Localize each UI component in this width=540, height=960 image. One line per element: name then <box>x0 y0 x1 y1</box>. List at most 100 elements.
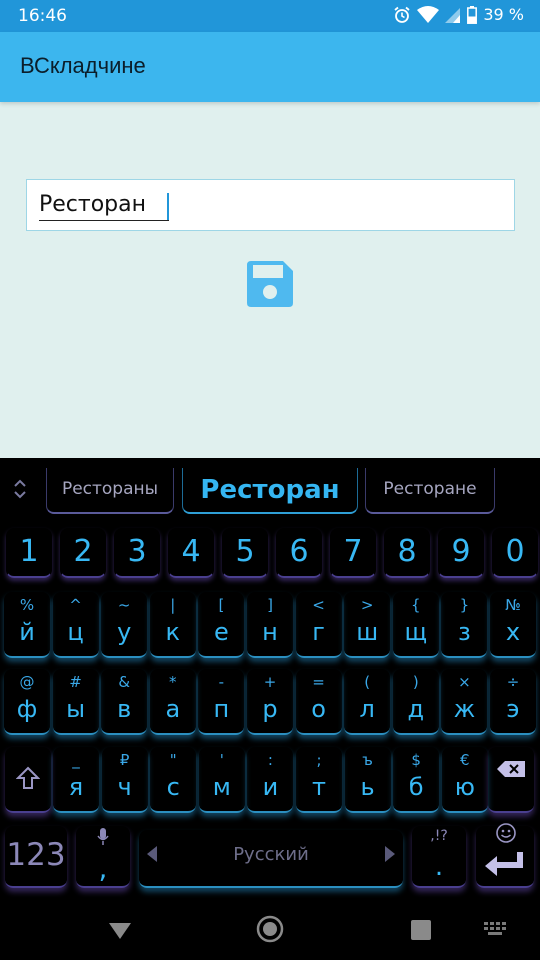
key-alt-label: & <box>118 673 131 691</box>
letter-key[interactable]: ₽ ч <box>101 747 148 813</box>
key-label: ь <box>360 773 375 801</box>
save-icon <box>247 261 293 307</box>
key-alt-label: % <box>19 596 35 614</box>
period-key[interactable]: ,!? . <box>412 826 466 888</box>
letter-key[interactable]: ÷ э <box>490 669 536 735</box>
number-key[interactable]: 7 <box>330 528 376 578</box>
letter-key[interactable]: & в <box>101 669 148 735</box>
key-label: я <box>68 773 84 801</box>
letter-key[interactable]: @ ф <box>4 669 50 735</box>
key-label: 4 <box>181 534 201 569</box>
suggestion-right[interactable]: Ресторане <box>365 468 495 514</box>
key-alt-label: ' <box>219 751 224 769</box>
letter-key[interactable]: # ы <box>52 669 99 735</box>
letter-key[interactable]: } з <box>441 592 488 658</box>
suggestion-center[interactable]: Ресторан <box>182 468 358 514</box>
key-label: р <box>262 695 278 723</box>
letter-key[interactable]: ' м <box>198 747 245 813</box>
composing-underline <box>39 220 169 221</box>
number-key[interactable]: 6 <box>276 528 322 578</box>
text-cursor <box>167 193 169 220</box>
key-label: й <box>19 618 35 646</box>
key-label: 5 <box>235 534 255 569</box>
letter-key[interactable]: ^ ц <box>52 592 99 658</box>
comma-key[interactable]: , <box>76 826 130 888</box>
letter-key[interactable]: = о <box>295 669 342 735</box>
mode-switch-key[interactable]: 123 <box>5 826 67 888</box>
recents-icon[interactable] <box>410 919 432 945</box>
letter-key[interactable]: № х <box>490 592 536 658</box>
key-alt-label: # <box>69 673 82 691</box>
key-label: ш <box>356 618 379 646</box>
letter-key[interactable]: × ж <box>441 669 488 735</box>
key-label: п <box>213 695 230 723</box>
backspace-icon <box>497 761 525 777</box>
number-key[interactable]: 4 <box>168 528 214 578</box>
enter-key[interactable] <box>476 823 534 888</box>
save-button[interactable] <box>245 259 295 309</box>
key-label: о <box>311 695 326 723</box>
letter-key[interactable]: $ б <box>393 747 440 813</box>
number-key[interactable]: 0 <box>492 528 538 578</box>
shift-key[interactable] <box>5 747 51 813</box>
letter-key[interactable]: ) д <box>392 669 439 735</box>
letter-key[interactable]: [е <box>198 592 245 658</box>
key-label: э <box>506 695 520 723</box>
letter-key[interactable]: -п <box>198 669 245 735</box>
navigation-bar <box>0 900 540 960</box>
key-alt-label: } <box>459 596 470 614</box>
alarm-icon <box>393 6 411 24</box>
letter-key[interactable]: ъь <box>344 747 391 813</box>
key-alt-label: * <box>169 673 177 691</box>
space-key[interactable]: Русский <box>139 830 403 888</box>
number-key[interactable]: 9 <box>438 528 484 578</box>
number-key[interactable]: 1 <box>6 528 52 578</box>
name-input[interactable]: Ресторан <box>26 179 515 231</box>
key-alt-label: [ <box>218 596 225 614</box>
app-bar: ВСкладчине <box>0 32 540 102</box>
key-label: м <box>212 773 231 801</box>
key-alt-label: ъ <box>362 751 373 769</box>
key-alt-label: _ <box>72 751 80 769</box>
expand-suggestions-icon[interactable] <box>12 478 32 500</box>
number-key[interactable]: 8 <box>384 528 430 578</box>
letter-key[interactable]: € ю <box>441 747 488 813</box>
suggestion-left[interactable]: Рестораны <box>46 468 174 514</box>
letter-key[interactable]: + р <box>247 669 293 735</box>
key-alt-label: ; <box>316 751 322 769</box>
key-alt-label: € <box>460 751 470 769</box>
home-icon[interactable] <box>255 914 285 948</box>
key-alt-label: + <box>263 673 277 691</box>
number-key[interactable]: 2 <box>60 528 106 578</box>
letter-key[interactable]: {щ <box>392 592 439 658</box>
backspace-key[interactable] <box>488 747 534 813</box>
number-key[interactable]: 5 <box>222 528 268 578</box>
letter-key[interactable]: % й <box>4 592 50 658</box>
letter-key[interactable]: < г <box>295 592 342 658</box>
back-icon[interactable] <box>108 921 132 945</box>
letter-key[interactable]: (л <box>344 669 391 735</box>
letter-key[interactable]: " с <box>150 747 197 813</box>
key-label: с <box>166 773 180 801</box>
letter-key[interactable]: _ я <box>53 747 99 813</box>
keyboard-switch-icon[interactable] <box>484 922 506 942</box>
letter-key[interactable]: * а <box>149 669 196 735</box>
cursor-left-arrow <box>147 846 157 862</box>
key-alt-label: × <box>458 673 471 691</box>
comma-label: , <box>98 852 108 885</box>
battery-percent: 39 % <box>483 5 524 24</box>
key-alt-label: ^ <box>69 596 82 614</box>
name-input-value: Ресторан <box>39 192 147 217</box>
emoji-icon <box>496 823 516 843</box>
letter-key[interactable]: > ш <box>344 592 391 658</box>
letter-key[interactable]: ] н <box>247 592 293 658</box>
key-label: б <box>408 773 424 801</box>
letter-key[interactable]: | к <box>149 592 196 658</box>
letter-key[interactable]: ~ у <box>101 592 148 658</box>
letter-key[interactable]: ; т <box>296 747 342 813</box>
key-label: 6 <box>289 534 309 569</box>
key-alt-label: ₽ <box>119 751 130 769</box>
letter-key[interactable]: :и <box>247 747 294 813</box>
number-key[interactable]: 3 <box>114 528 160 578</box>
period-sub-label: ,!? <box>430 828 448 844</box>
